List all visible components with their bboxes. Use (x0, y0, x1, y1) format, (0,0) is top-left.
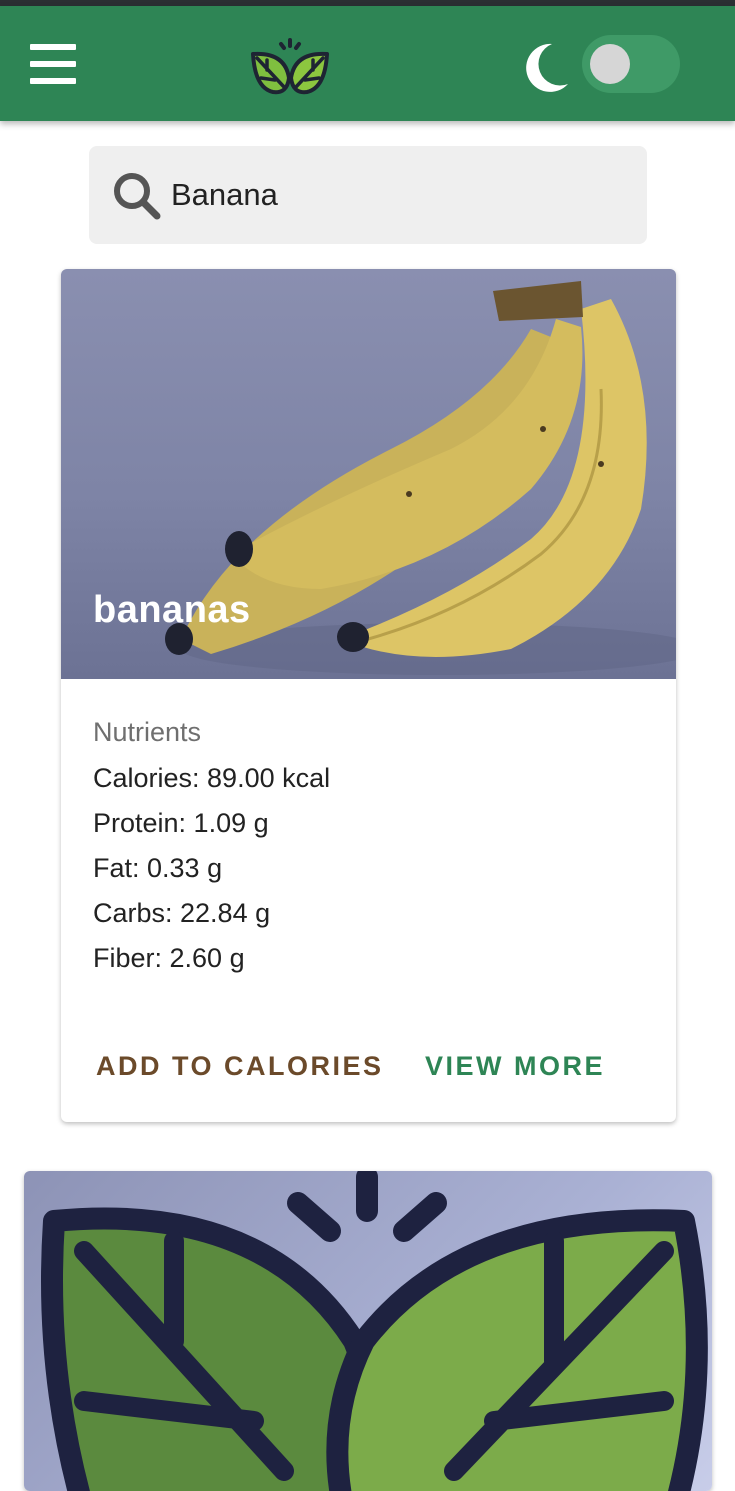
view-more-button[interactable]: VIEW MORE (425, 1051, 605, 1082)
nutrient-calories: Calories: 89.00 kcal (93, 763, 331, 793)
nutrient-fiber: Fiber: 2.60 g (93, 943, 245, 973)
food-title: bananas (93, 589, 251, 631)
leaf-logo-icon (251, 38, 329, 95)
leaf-logo-icon (41, 1171, 708, 1491)
search-icon (114, 173, 161, 220)
add-to-calories-button[interactable]: ADD TO CALORIES (96, 1051, 384, 1082)
dark-mode-toggle[interactable] (582, 35, 680, 93)
banana-image: bananas (61, 269, 676, 679)
search-input[interactable] (171, 170, 611, 220)
nutrient-fat: Fat: 0.33 g (93, 853, 223, 883)
nutrients-heading: Nutrients (93, 717, 202, 747)
next-result-card[interactable] (24, 1171, 712, 1491)
moon-icon (526, 43, 568, 92)
food-result-card: bananas Nutrients Calories: 89.00 kcal P… (61, 269, 676, 1122)
search-bar[interactable] (89, 146, 647, 244)
toggle-knob (590, 44, 630, 84)
nutrient-carbs: Carbs: 22.84 g (93, 898, 271, 928)
app-bar (0, 6, 735, 121)
hamburger-menu-icon[interactable] (30, 44, 76, 84)
nutrient-protein: Protein: 1.09 g (93, 808, 269, 838)
